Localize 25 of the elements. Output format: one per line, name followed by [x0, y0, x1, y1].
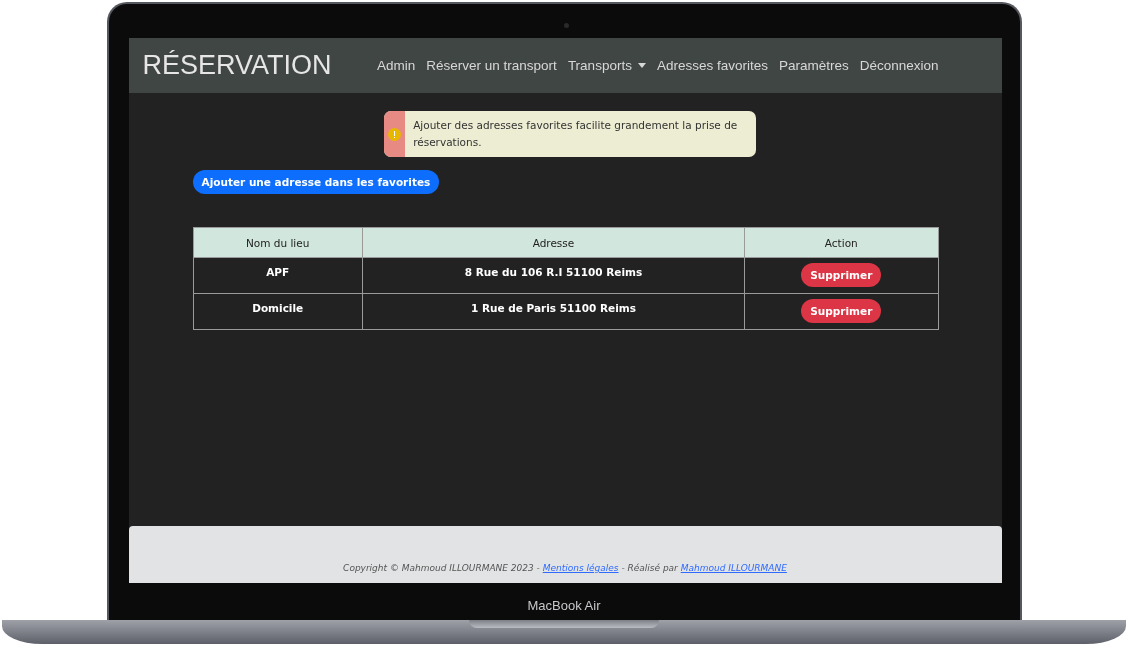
info-icon	[388, 127, 402, 141]
caret-icon	[637, 63, 646, 68]
nav-link[interactable]: Adresses favorites	[651, 52, 774, 79]
address-cell: 8 Rue du 106 R.I 51100 Reims	[362, 257, 745, 294]
address-cell: 1 Rue de Paris 51100 Reims	[362, 293, 745, 330]
nav-link[interactable]: Paramètres	[773, 52, 855, 79]
nav-link[interactable]: Transports	[562, 52, 652, 79]
device-label: MacBook Air	[527, 598, 601, 613]
footer-text: Copyright © Mahmoud ILLOURMANE 2023 - Mentions légales - Réalisé par Mahmoud ILLOURMANE	[343, 563, 787, 573]
column-header: Nom du lieu	[193, 227, 363, 258]
column-header: Action	[744, 227, 938, 258]
camera-icon	[564, 23, 569, 28]
place-name-cell: Domicile	[193, 293, 363, 330]
place-name-cell: APF	[193, 257, 363, 294]
alert-text: Ajouter des adresses favorites facilite grandement la prise de réservations.	[412, 118, 739, 150]
author-link[interactable]: Mahmoud ILLOURMANE	[680, 563, 787, 573]
nav-link[interactable]: Réserver un transport	[420, 52, 563, 79]
nav-link[interactable]: Admin	[371, 52, 421, 79]
add-address-button[interactable]: Ajouter une adresse dans les favorites	[192, 170, 440, 194]
legal-link[interactable]: Mentions légales	[542, 563, 619, 573]
brand-title: RÉSERVATION	[142, 50, 332, 81]
column-header: Adresse	[362, 227, 745, 258]
delete-button[interactable]: Supprimer	[801, 263, 882, 287]
delete-button[interactable]: Supprimer	[801, 299, 882, 323]
nav-link[interactable]: Déconnexion	[854, 52, 945, 79]
